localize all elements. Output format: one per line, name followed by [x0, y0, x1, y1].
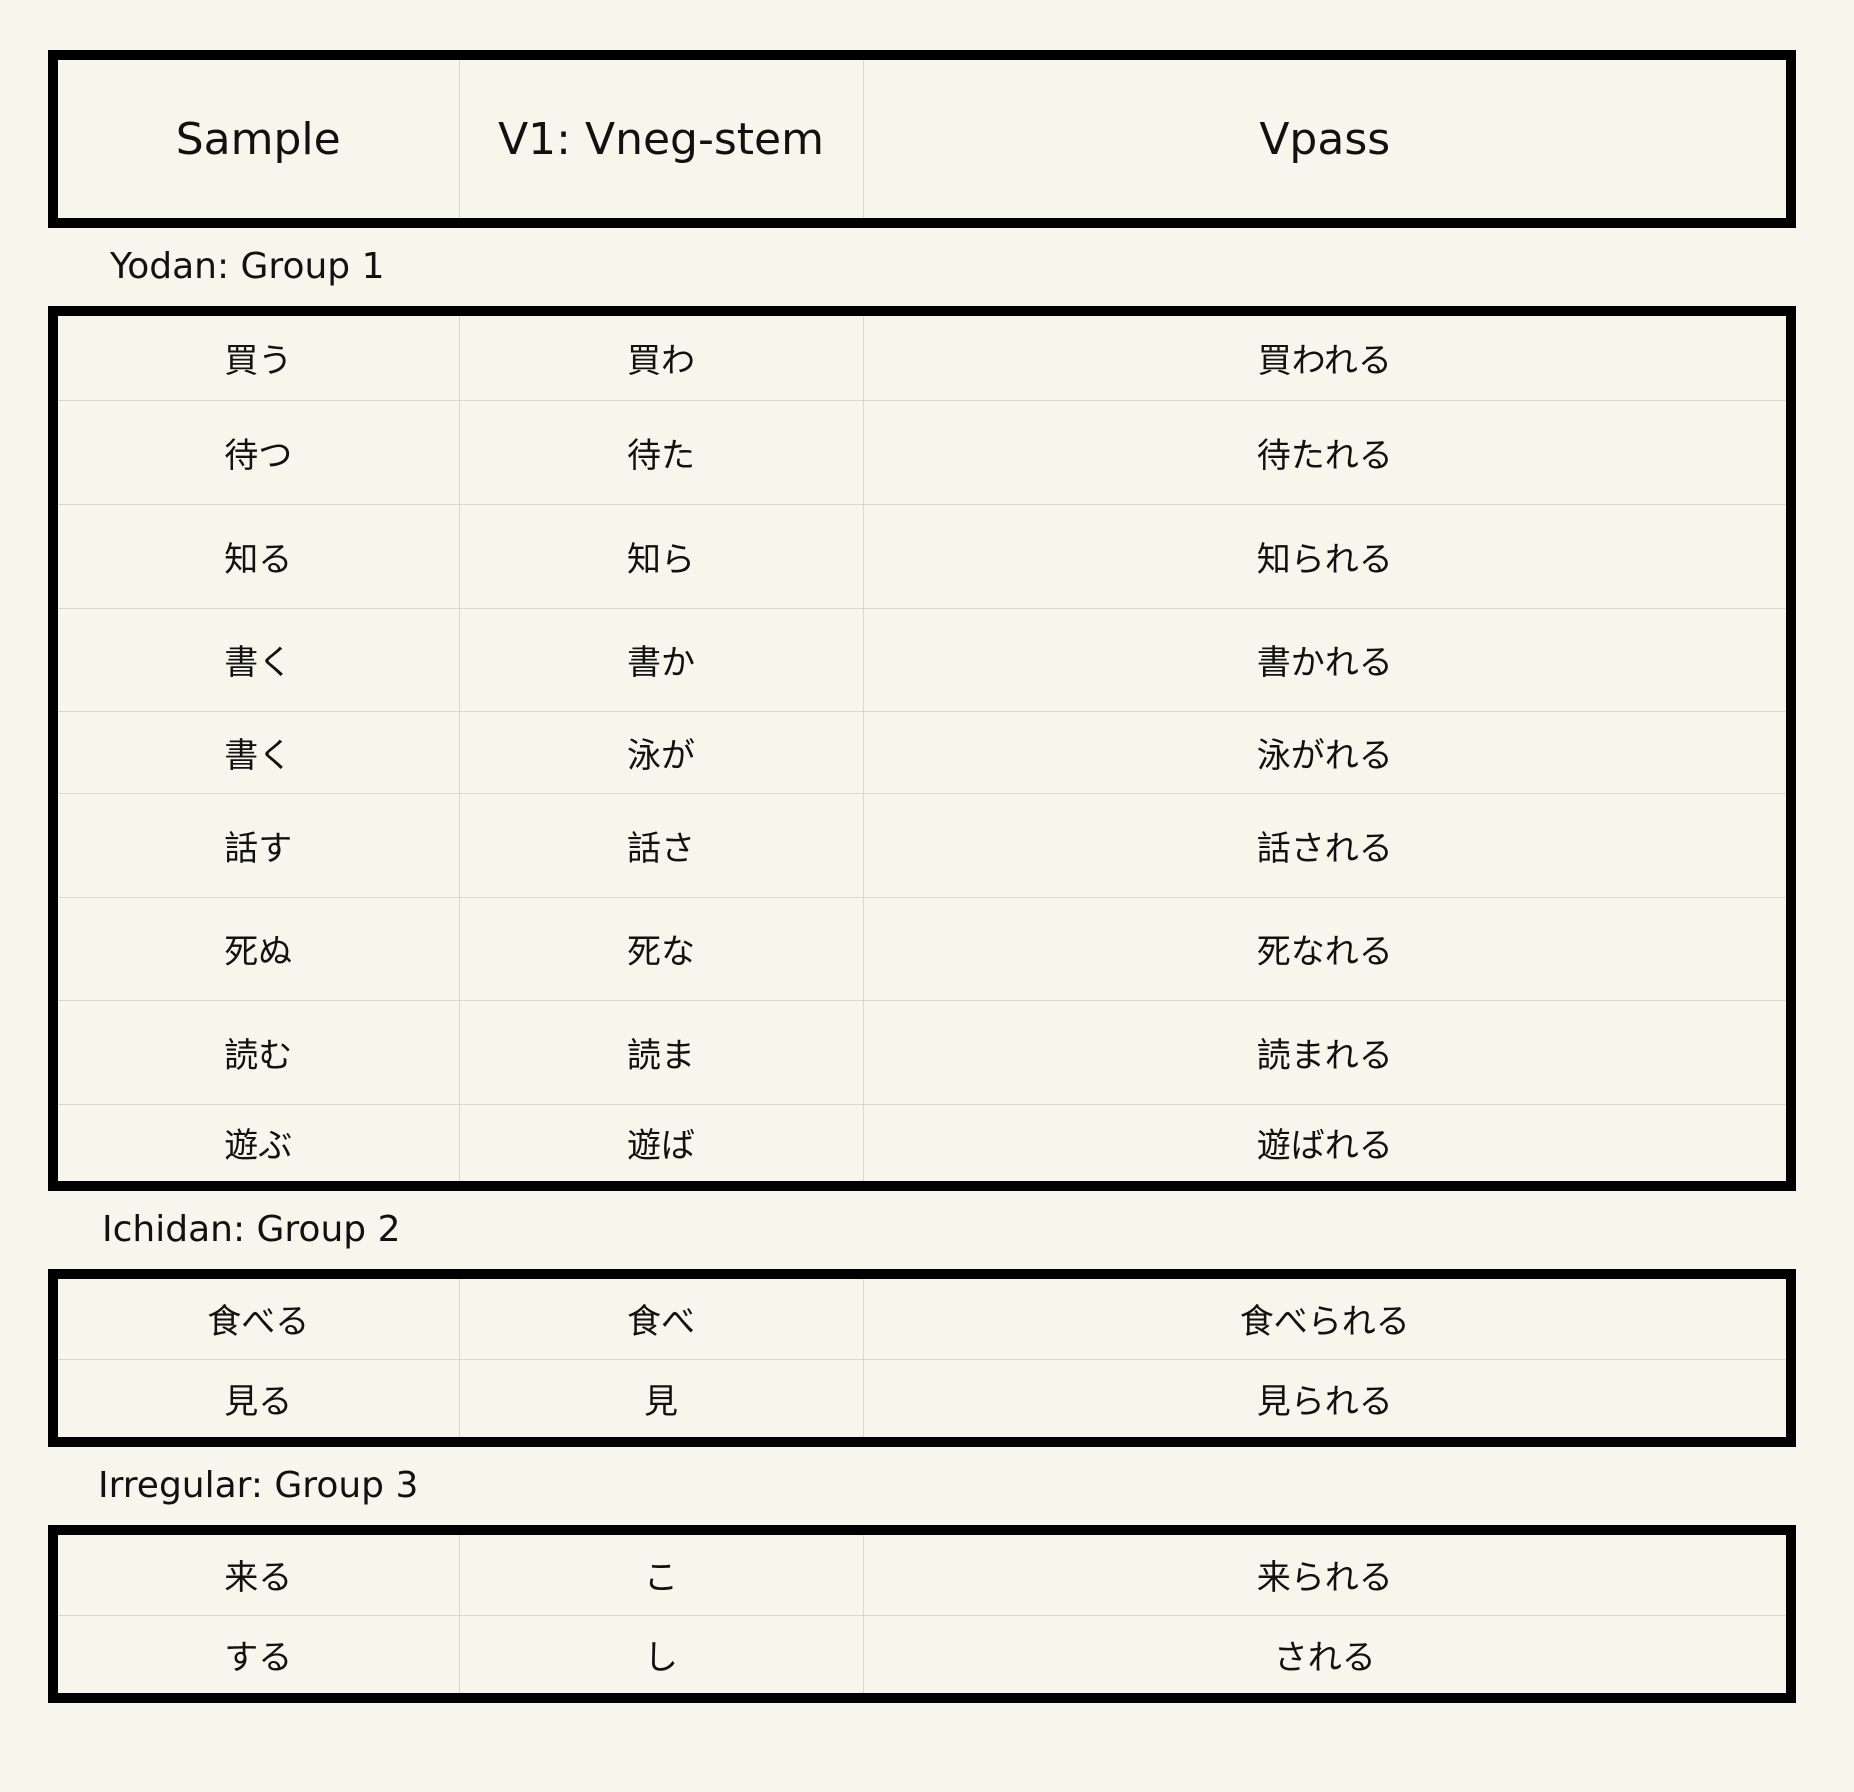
stem-cell: 遊ば: [458, 1103, 863, 1186]
sample-cell: する: [53, 1614, 459, 1698]
conjugation-page: Sample V1: Vneg-stem Vpass Yodan: Group …: [48, 50, 1796, 1703]
stem-cell: 待た: [458, 399, 863, 504]
stem-cell: 泳が: [458, 710, 863, 793]
table-row: 待つ 待た 待たれる: [53, 399, 1791, 504]
group-1-table: 買う 買わ 買われる 待つ 待た 待たれる 知る 知ら 知られる 書く 書か 書…: [48, 306, 1796, 1191]
sample-cell: 買う: [224, 341, 293, 382]
header-row: Sample V1: Vneg-stem Vpass: [53, 55, 1791, 223]
stem-cell: 書か: [458, 607, 863, 711]
table-row: 来る こ 来られる: [53, 1530, 1791, 1615]
pass-cell: 知られる: [862, 503, 1791, 608]
table-row: 買う 買わ 買われる: [53, 311, 1791, 400]
header-stem: V1: Vneg-stem: [458, 55, 863, 223]
pass-cell: 書かれる: [862, 607, 1791, 711]
pass-cell: 食べられる: [862, 1274, 1791, 1359]
stem-cell: 買わ: [458, 311, 863, 400]
sample-cell: 話す: [53, 792, 459, 897]
pass-cell: 来られる: [862, 1530, 1791, 1615]
table-row: 遊ぶ 遊ば 遊ばれる: [53, 1103, 1791, 1186]
stem-cell: 死な: [458, 896, 863, 1000]
sample-cell: 書く: [53, 710, 459, 793]
sample-cell: 読む: [53, 999, 459, 1104]
table-row: する し される: [53, 1614, 1791, 1698]
table-row: 死ぬ 死な 死なれる: [53, 896, 1791, 1000]
sample-cell: 見る: [53, 1358, 459, 1442]
stem-cell: 見: [458, 1358, 863, 1442]
pass-cell: される: [862, 1614, 1791, 1698]
group-1-label: Yodan: Group 1: [110, 246, 385, 287]
group-3-table: 来る こ 来られる する し される: [48, 1525, 1796, 1703]
sample-cell: 来る: [224, 1558, 293, 1599]
sample-cell: 遊ぶ: [53, 1103, 459, 1186]
sample-cell: 書く: [53, 607, 459, 711]
table-row: 知る 知ら 知られる: [53, 503, 1791, 608]
sample-cell: 食べる: [207, 1302, 310, 1343]
header-sample: Sample: [175, 113, 341, 165]
pass-cell: 買われる: [862, 311, 1791, 400]
table-row: 食べる 食べ 食べられる: [53, 1274, 1791, 1359]
sample-cell: 知る: [53, 503, 459, 608]
stem-cell: し: [458, 1614, 863, 1698]
pass-cell: 泳がれる: [862, 710, 1791, 793]
pass-cell: 遊ばれる: [862, 1103, 1791, 1186]
stem-cell: 話さ: [458, 792, 863, 897]
stem-cell: 読ま: [458, 999, 863, 1104]
table-row: 話す 話さ 話される: [53, 792, 1791, 897]
table-row: 書く 泳が 泳がれる: [53, 710, 1791, 793]
sample-cell: 待つ: [53, 399, 459, 504]
header-pass: Vpass: [862, 55, 1791, 223]
group-3-label: Irregular: Group 3: [98, 1465, 419, 1506]
stem-cell: こ: [458, 1530, 863, 1615]
table-row: 見る 見 見られる: [53, 1358, 1791, 1442]
table-row: 書く 書か 書かれる: [53, 607, 1791, 711]
pass-cell: 話される: [862, 792, 1791, 897]
stem-cell: 知ら: [458, 503, 863, 608]
pass-cell: 読まれる: [862, 999, 1791, 1104]
stem-cell: 食べ: [458, 1274, 863, 1359]
sample-cell: 死ぬ: [53, 896, 459, 1000]
group-2-label: Ichidan: Group 2: [102, 1209, 401, 1250]
table-row: 読む 読ま 読まれる: [53, 999, 1791, 1104]
group-2-table: 食べる 食べ 食べられる 見る 見 見られる: [48, 1269, 1796, 1447]
pass-cell: 見られる: [862, 1358, 1791, 1442]
pass-cell: 死なれる: [862, 896, 1791, 1000]
header-table: Sample V1: Vneg-stem Vpass: [48, 50, 1796, 228]
pass-cell: 待たれる: [862, 399, 1791, 504]
